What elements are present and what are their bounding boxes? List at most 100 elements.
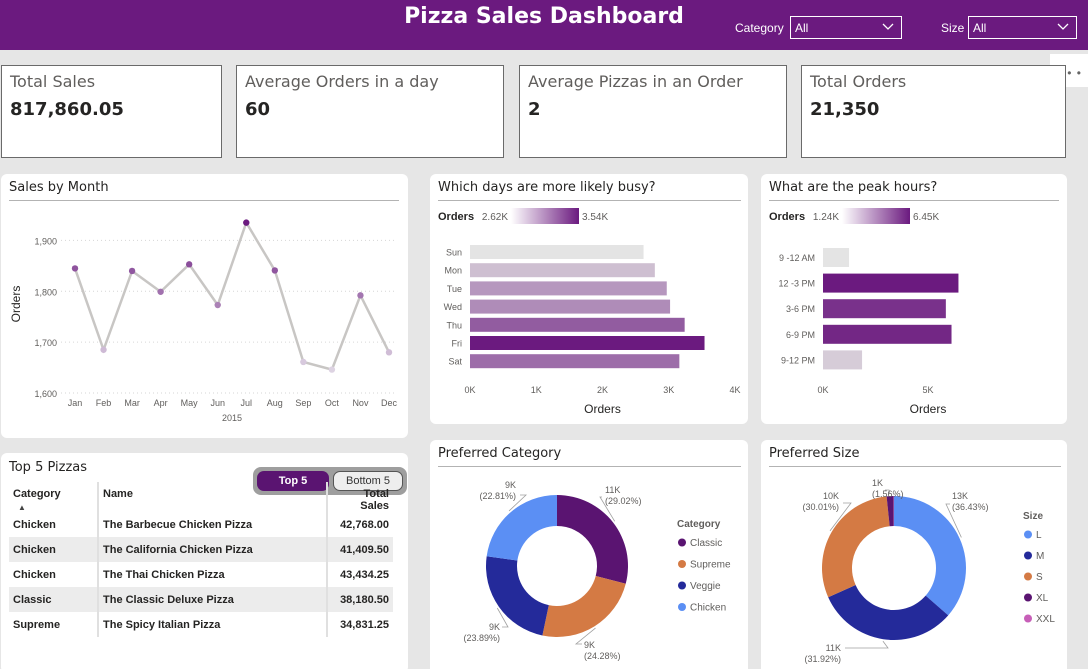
cell-name: The Spicy Italian Pizza [98, 612, 328, 637]
table-row: Supreme The Spicy Italian Pizza 34,831.2… [9, 612, 393, 637]
data-label-value: 11K [826, 643, 841, 653]
sort-ascending-icon[interactable]: ▲ [18, 503, 26, 512]
data-point [385, 349, 393, 356]
x-tick-label: 4K [729, 385, 740, 395]
bar [470, 354, 680, 369]
y-tick-label: Sun [446, 248, 462, 258]
bar [470, 336, 705, 350]
y-tick-label: 1,800 [34, 287, 57, 297]
cell-total-sales: 43,434.25 [340, 568, 389, 581]
data-point [100, 346, 107, 353]
page-title: Pizza Sales Dashboard [404, 4, 684, 29]
legend-entry: XL [1036, 593, 1049, 604]
size-slicer[interactable]: All [968, 16, 1077, 39]
table-row: Chicken The California Chicken Pizza 41,… [9, 537, 393, 562]
category-slicer-label: Category [735, 21, 784, 35]
x-tick-label: Jan [68, 398, 83, 408]
x-tick-label: Nov [352, 398, 369, 408]
y-tick-label: Sat [448, 357, 462, 367]
legend-marker [1024, 572, 1032, 581]
kpi-value: 21,350 [810, 99, 880, 120]
legend-marker [1024, 530, 1032, 539]
data-label-percent: (30.01%) [802, 502, 839, 512]
legend-entry: M [1036, 551, 1044, 562]
data-point [157, 288, 164, 295]
kpi-total-orders: Total Orders 21,350 [801, 65, 1066, 158]
y-tick-label: 1,600 [34, 389, 57, 399]
legend-entry: Veggie [690, 581, 721, 592]
cell-name: The Thai Chicken Pizza [98, 562, 328, 587]
sales-by-month-card: Sales by Month 1,600 1,700 1,800 1,900 Order… [1, 174, 408, 438]
kpi-average-orders-day: Average Orders in a day 60 [236, 65, 504, 158]
legend-max: 3.54K [582, 212, 608, 223]
kpi-value: 60 [245, 99, 271, 120]
kpi-label: Average Orders in a day [245, 72, 439, 91]
bar [470, 245, 644, 259]
x-tick-label: 1K [531, 385, 542, 395]
busy-days-card: Which days are more likely busy? Orders 2… [430, 174, 748, 424]
data-label-value: 11K [605, 485, 620, 495]
dashboard-header: Pizza Sales Dashboard Category All Size … [0, 0, 1088, 50]
y-tick-label: Fri [452, 339, 463, 349]
bar [823, 248, 850, 267]
kpi-label: Average Pizzas in an Order [528, 72, 743, 91]
cell-total-sales: 42,768.00 [340, 518, 389, 531]
sales-by-month-chart: 1,600 1,700 1,800 1,900 Orders Jan Feb Mar Apr Ma… [9, 219, 398, 423]
column-header-name[interactable]: Name [98, 482, 328, 512]
category-slicer[interactable]: All [790, 16, 902, 39]
x-tick-label: Feb [96, 398, 112, 408]
x-tick-label: 3K [663, 385, 674, 395]
x-axis-label: Orders [584, 402, 621, 416]
data-label-percent: (1.56%) [872, 489, 904, 499]
x-tick-label: 0K [464, 385, 475, 395]
preferred-size-chart: 13K(36.43%) 11K(31.92%) 10K(30.01%) 1K(1.56… [802, 478, 1055, 664]
y-tick-label: 1,700 [34, 338, 57, 348]
y-tick-label: Thu [446, 320, 462, 330]
data-label-percent: (29.02%) [605, 496, 642, 506]
y-tick-label: 9 -12 AM [779, 253, 815, 263]
kpi-average-pizzas-order: Average Pizzas in an Order 2 [519, 65, 787, 158]
x-tick-label: Aug [267, 398, 283, 408]
x-tick-label: Dec [381, 398, 398, 408]
data-label-value: 13K [952, 491, 968, 501]
cell-category: Chicken [9, 537, 99, 562]
data-label-value: 9K [584, 640, 595, 650]
preferred-category-chart: 11K(29.02%)9K(24.28%)9K(23.89%)9K(22.81%… [463, 480, 731, 661]
cell-total-sales: 41,409.50 [327, 537, 393, 562]
legend-marker [1024, 593, 1032, 602]
category-slicer-value: All [795, 21, 809, 35]
table-header-row: Category Name Total Sales [9, 482, 393, 512]
size-slicer-value: All [973, 21, 987, 35]
legend-gradient [511, 208, 579, 224]
cell-category: Classic [9, 587, 99, 612]
kpi-total-sales: Total Sales 817,860.05 [1, 65, 222, 158]
table-row: Chicken The Barbecue Chicken Pizza 42,76… [9, 512, 393, 537]
data-point [71, 265, 79, 272]
column-header-total-sales[interactable]: Total Sales [327, 482, 393, 512]
legend-entry: Supreme [690, 560, 731, 571]
data-label-percent: (31.92%) [804, 654, 841, 664]
y-tick-label: Tue [447, 284, 462, 294]
x-tick-label: Oct [325, 398, 340, 408]
x-tick-label: Apr [154, 398, 168, 408]
top-pizzas-title: Top 5 Pizzas [9, 460, 88, 475]
y-tick-label: 1,900 [34, 236, 57, 246]
chevron-down-icon [1057, 23, 1069, 30]
x-tick-label: May [181, 398, 199, 408]
kpi-value: 2 [528, 99, 541, 120]
bar [823, 350, 863, 370]
cell-total-sales: 38,180.50 [327, 587, 393, 612]
peak-hours-card: What are the peak hours? Orders 1.24K 6.45… [761, 174, 1067, 424]
y-tick-label: 9-12 PM [781, 355, 815, 365]
y-axis-label: Orders [9, 286, 23, 323]
cell-name: The California Chicken Pizza [98, 537, 328, 562]
cell-category: Supreme [9, 612, 99, 637]
donut-slice [894, 496, 966, 616]
bar [470, 299, 671, 314]
data-point [128, 267, 136, 275]
legend-title: Size [1023, 511, 1043, 522]
donut-slice [557, 495, 628, 584]
size-slicer-label: Size [941, 21, 965, 35]
x-tick-label: Jul [241, 398, 253, 408]
bar [823, 324, 952, 344]
